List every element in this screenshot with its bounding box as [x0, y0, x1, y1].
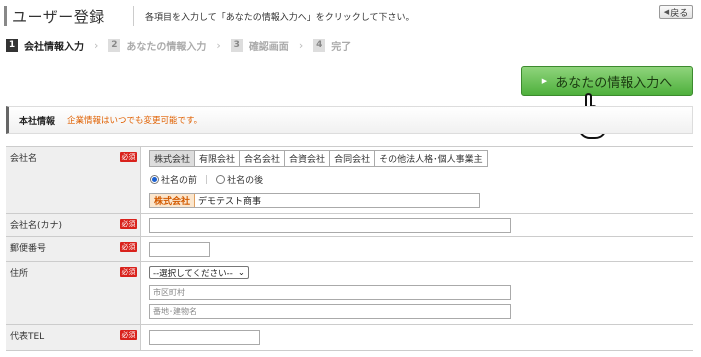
step-number: 4 [313, 38, 326, 52]
row-postal-code: 郵便番号 必須 [6, 237, 693, 262]
title-accent-bar [4, 6, 7, 26]
label-cell: 会社名(カナ) 必須 [6, 214, 141, 236]
radio-after[interactable] [216, 175, 226, 184]
back-triangle-icon: ◀ [663, 8, 670, 16]
company-type-option[interactable]: 有限会社 [194, 151, 240, 166]
label-cell: 代表TEL 必須 [6, 325, 141, 350]
field-label: 郵便番号 [10, 244, 47, 254]
prefecture-select[interactable]: --選択してください-- ⌄ [149, 266, 249, 279]
postal-code-input[interactable] [149, 242, 210, 257]
radio-before[interactable] [150, 175, 159, 184]
row-company-name: 会社名 必須 株式会社 有限会社 合名会社 合資会社 合同会社 その他法人格･個… [6, 147, 693, 214]
label-cell: 会社名 必須 [6, 147, 141, 213]
field-label: 会社名(カナ) [10, 221, 63, 231]
section-header: 本社情報 企業情報はいつでも変更可能です。 [6, 106, 693, 134]
field-cell [142, 325, 693, 350]
required-badge: 必須 [120, 152, 137, 162]
field-cell [142, 237, 693, 261]
required-badge: 必須 [120, 219, 137, 229]
label-cell: 住所 必須 [6, 262, 141, 324]
section-title: 本社情報 [19, 116, 56, 127]
row-phone: 代表TEL 必須 [6, 325, 693, 351]
play-triangle-icon: ▶ [541, 77, 548, 85]
required-badge: 必須 [120, 242, 137, 252]
back-button[interactable]: ◀ 戻る [659, 5, 693, 19]
step-1: 1 会社情報入力 [6, 38, 84, 53]
section-note: 企業情報はいつでも変更可能です。 [67, 116, 203, 126]
next-button-label: あなたの情報入力へ [555, 75, 673, 91]
step-label: あなたの情報入力 [126, 41, 207, 53]
row-address: 住所 必須 --選択してください-- ⌄ 市区町村 番地･建物名 [6, 262, 693, 325]
company-type-option[interactable]: 合名会社 [239, 151, 285, 166]
field-label: 代表TEL [10, 332, 45, 342]
page-header: ユーザー登録 各項目を入力して「あなたの情報入力へ」をクリックして下さい。 ◀ … [0, 0, 701, 30]
back-button-label: 戻る [670, 8, 689, 19]
field-label: 会社名 [10, 154, 38, 164]
company-type-selector: 株式会社 有限会社 合名会社 合資会社 合同会社 その他法人格･個人事業主 [149, 150, 488, 167]
radio-divider: | [205, 174, 209, 185]
field-cell: 株式会社 有限会社 合名会社 合資会社 合同会社 その他法人格･個人事業主 社名… [142, 147, 693, 213]
company-type-option[interactable]: 株式会社 [150, 151, 195, 166]
instruction-text: 各項目を入力して「あなたの情報入力へ」をクリックして下さい。 [145, 13, 415, 23]
step-label: 完了 [331, 41, 352, 53]
company-type-option[interactable]: 合同会社 [329, 151, 375, 166]
prefecture-select-value: --選択してください-- [153, 268, 233, 279]
chevron-right-icon: › [94, 38, 99, 52]
row-company-kana: 会社名(カナ) 必須 [6, 214, 693, 237]
field-cell [142, 214, 693, 236]
step-3: 3 確認画面 [230, 38, 289, 53]
company-type-option[interactable]: その他法人格･個人事業主 [374, 151, 487, 166]
city-input[interactable]: 市区町村 [149, 285, 511, 300]
title-divider [133, 6, 134, 26]
page-title: ユーザー登録 [12, 8, 105, 26]
radio-before-label: 社名の前 [161, 176, 198, 186]
required-badge: 必須 [120, 267, 137, 277]
required-badge: 必須 [120, 330, 137, 340]
company-form: 会社名 必須 株式会社 有限会社 合名会社 合資会社 合同会社 その他法人格･個… [6, 146, 693, 351]
company-kana-input[interactable] [149, 218, 511, 233]
company-type-prefix: 株式会社 [150, 194, 196, 207]
step-label: 確認画面 [248, 41, 289, 53]
company-type-option[interactable]: 合資会社 [284, 151, 330, 166]
field-cell: --選択してください-- ⌄ 市区町村 番地･建物名 [142, 262, 693, 324]
company-name-input[interactable]: 株式会社 デモテスト商事 [149, 193, 480, 208]
street-input[interactable]: 番地･建物名 [149, 304, 511, 319]
step-label: 会社情報入力 [24, 41, 84, 53]
name-position-radios: 社名の前 | 社名の後 [150, 173, 263, 186]
phone-input[interactable] [149, 330, 260, 345]
radio-after-label: 社名の後 [227, 176, 264, 186]
step-number: 2 [108, 38, 121, 52]
label-cell: 郵便番号 必須 [6, 237, 141, 261]
company-name-value: デモテスト商事 [198, 197, 262, 207]
chevron-right-icon: › [216, 38, 221, 52]
step-2: 2 あなたの情報入力 [108, 38, 206, 53]
step-indicator: 1 会社情報入力 › 2 あなたの情報入力 › 3 確認画面 › 4 完了 [6, 37, 351, 53]
step-number: 1 [6, 38, 18, 52]
step-number: 3 [230, 38, 243, 52]
step-4: 4 完了 [313, 38, 351, 53]
field-label: 住所 [10, 269, 29, 279]
chevron-right-icon: › [298, 38, 304, 52]
chevron-down-icon: ⌄ [237, 267, 245, 278]
